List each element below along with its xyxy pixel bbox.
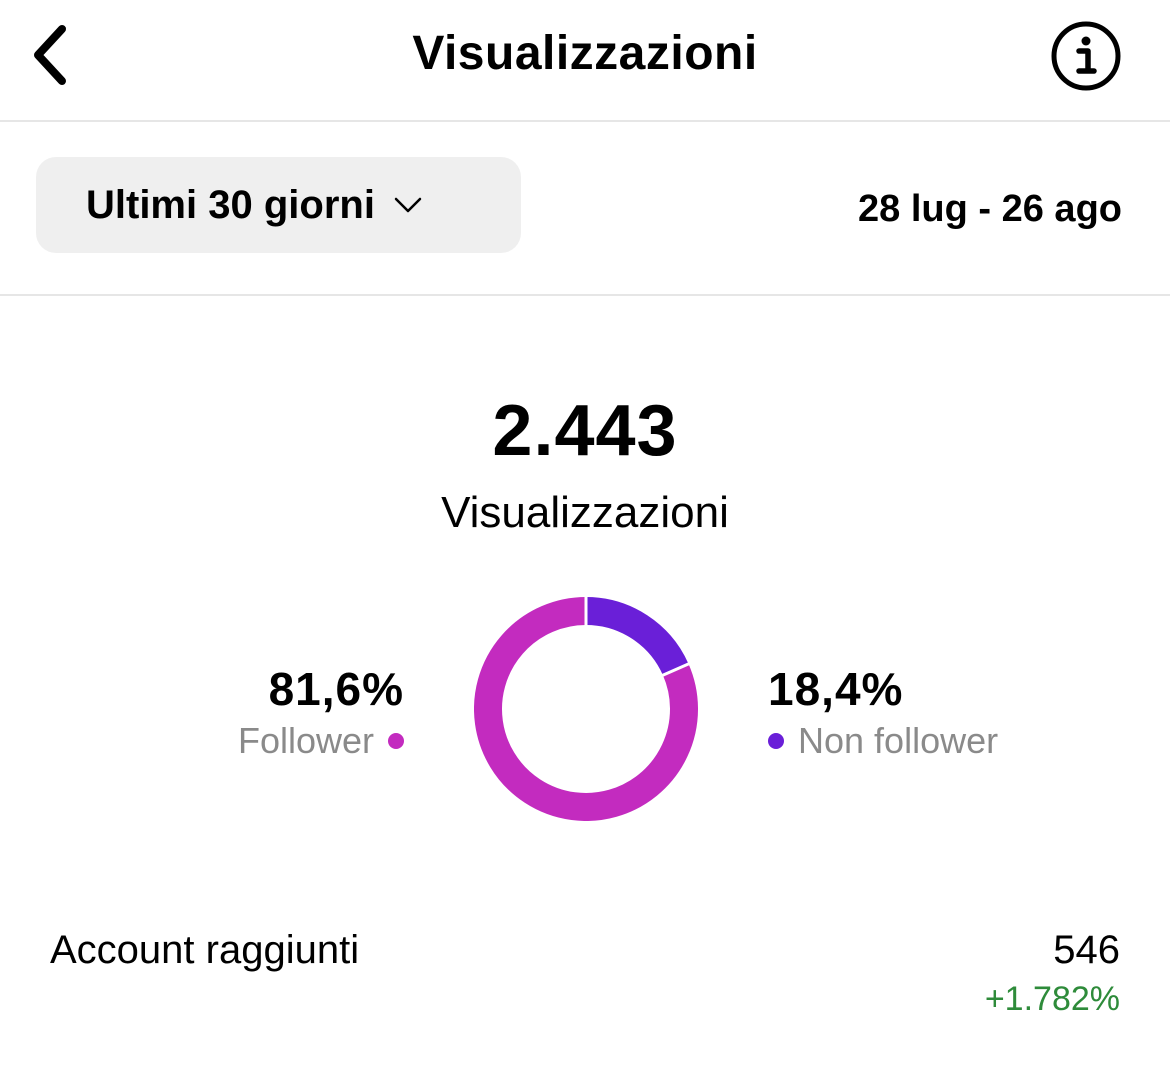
follower-legend: 81,6% Follower — [238, 662, 404, 762]
chevron-down-icon — [393, 196, 423, 214]
follower-percentage: 81,6% — [268, 663, 404, 715]
follower-color-dot — [388, 733, 404, 749]
views-donut-chart — [474, 597, 698, 821]
non-follower-color-dot — [768, 733, 784, 749]
total-views-value: 2.443 — [492, 391, 678, 471]
non-follower-label-row: Non follower — [768, 720, 998, 762]
total-views-label: Visualizzazioni — [441, 488, 729, 537]
follower-label: Follower — [237, 720, 374, 761]
accounts-reached-row[interactable]: Account raggiunti 546 +1.782% — [50, 924, 1120, 1024]
filter-row: Ultimi 30 giorni 28 lug - 26 ago — [0, 122, 1170, 296]
info-button[interactable] — [1050, 20, 1122, 92]
date-range-dropdown-label: Ultimi 30 giorni — [86, 182, 375, 227]
follower-label-row: Follower — [238, 720, 404, 762]
non-follower-arc — [585, 597, 689, 676]
accounts-reached-label: Account raggiunti — [50, 928, 360, 972]
non-follower-label: Non follower — [798, 720, 999, 761]
accounts-reached-value: 546 — [1053, 928, 1120, 972]
top-nav-bar: Visualizzazioni — [0, 0, 1170, 122]
date-range-dropdown[interactable]: Ultimi 30 giorni — [36, 157, 521, 253]
date-range-text: 28 lug - 26 ago — [858, 188, 1122, 230]
accounts-reached-change: +1.782% — [984, 980, 1120, 1018]
non-follower-percentage: 18,4% — [768, 663, 904, 715]
non-follower-legend: 18,4% Non follower — [768, 662, 998, 762]
page-title: Visualizzazioni — [412, 27, 758, 80]
info-icon — [1051, 21, 1121, 91]
